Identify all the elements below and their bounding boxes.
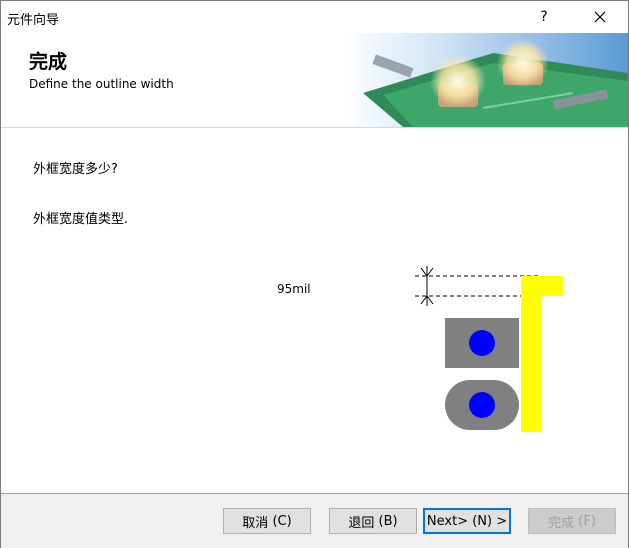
outline-preview [415, 266, 563, 432]
cancel-label: 取消 [242, 515, 269, 531]
help-label: ? [540, 9, 548, 25]
rounded-pad-hole [469, 392, 495, 418]
next-key: (N) [472, 513, 493, 529]
wizard-header: 完成 Define the outline width [1, 33, 628, 128]
finish-label: 完成 [548, 515, 575, 531]
window-title: 元件向导 [7, 13, 60, 28]
back-button[interactable]: 退回 (B) [329, 508, 417, 534]
outline-width-question: 外框宽度多少? [33, 162, 118, 177]
outline-width-value[interactable]: 95mil [277, 282, 311, 296]
wizard-content: 外框宽度多少? 外框宽度值类型. 95mil [1, 128, 628, 493]
back-label: 退回 [348, 515, 375, 531]
button-bar: 取消 (C) 退回 (B) Next> (N) > 完成 (F) [1, 493, 628, 548]
page-subtitle: Define the outline width [29, 77, 174, 91]
help-button[interactable]: ? [521, 1, 567, 33]
cancel-key: (C) [272, 513, 292, 529]
pcb-banner-image [343, 33, 628, 127]
outline-shape [521, 276, 563, 432]
next-button[interactable]: Next> (N) > [423, 508, 511, 534]
cancel-button[interactable]: 取消 (C) [223, 508, 311, 534]
next-label: Next> [426, 513, 469, 529]
wizard-window: 元件向导 ? 完成 Define the outline width 外框宽度多… [0, 0, 629, 548]
next-suffix: > [496, 513, 508, 529]
outline-width-prompt: 外框宽度值类型. [33, 212, 129, 227]
page-title: 完成 [29, 51, 68, 73]
title-bar: 元件向导 ? [1, 1, 628, 33]
finish-key: (F) [578, 513, 596, 529]
finish-button[interactable]: 完成 (F) [528, 508, 616, 534]
back-key: (B) [378, 513, 398, 529]
close-icon [594, 11, 606, 23]
close-button[interactable] [574, 1, 626, 33]
square-pad-hole [469, 330, 495, 356]
